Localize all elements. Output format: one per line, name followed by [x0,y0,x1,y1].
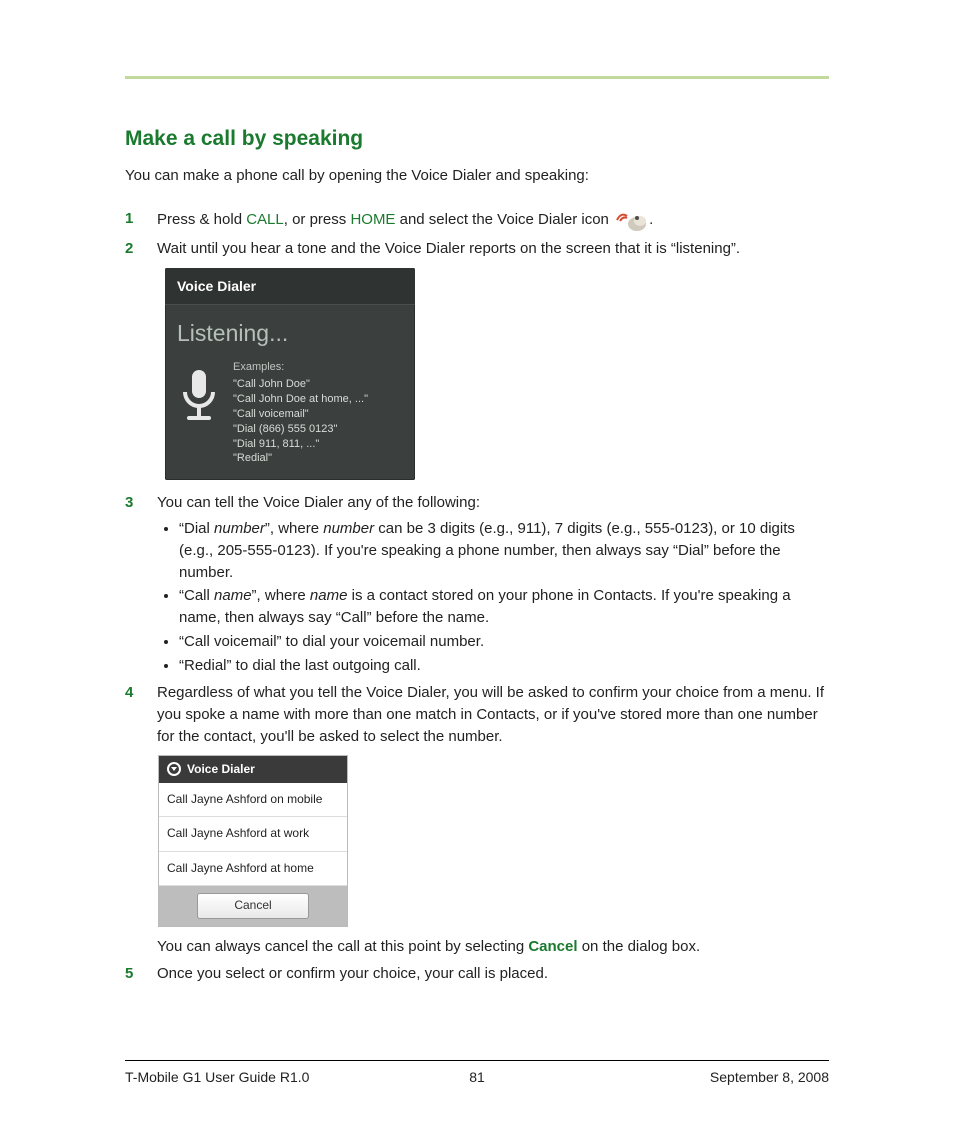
b1b: number [214,520,265,537]
call-key: CALL [246,211,284,228]
vd-example-2: "Call John Doe at home, ..." [233,392,368,407]
step-4: Regardless of what you tell the Voice Di… [125,682,829,957]
footer-left: T-Mobile G1 User Guide R1.0 [125,1069,309,1085]
step-3-bullet-4: “Redial” to dial the last outgoing call. [179,655,829,677]
step-4-p1: Regardless of what you tell the Voice Di… [157,684,824,745]
b2b: name [214,587,252,604]
steps-list: Press & hold CALL, or press HOME and sel… [125,208,829,985]
vd-example-1: "Call John Doe" [233,377,368,392]
confirm-option-1[interactable]: Call Jayne Ashford on mobile [159,783,347,817]
home-key: HOME [350,211,395,228]
b2d: name [310,587,348,604]
vd-examples: Examples: "Call John Doe" "Call John Doe… [233,360,368,466]
intro-text: You can make a phone call by opening the… [125,167,829,184]
step-3: You can tell the Voice Dialer any of the… [125,492,829,676]
step-3-lead: You can tell the Voice Dialer any of the… [157,494,480,511]
step-3-bullet-3: “Call voicemail” to dial your voicemail … [179,631,829,653]
vd-examples-header: Examples: [233,360,368,375]
voice-dialer-listening-card: Voice Dialer Listening... Examples: "Cal… [165,268,415,481]
step-3-bullet-1: “Dial number”, where number can be 3 dig… [179,518,829,583]
vd-title: Voice Dialer [165,268,415,305]
confirm-dialog-footer: Cancel [159,886,347,925]
step-1-text-c: and select the Voice Dialer icon [395,211,613,228]
vd-example-4: "Dial (866) 555 0123" [233,422,368,437]
cancel-key: Cancel [528,938,577,955]
confirm-dialog: Voice Dialer Call Jayne Ashford on mobil… [159,756,347,926]
top-rule [125,76,829,79]
vd-example-6: "Redial" [233,451,368,466]
microphone-icon [175,360,223,435]
step-2: Wait until you hear a tone and the Voice… [125,238,829,480]
vd-listening-text: Listening... [165,305,415,356]
step-3-bullet-2: “Call name”, where name is a contact sto… [179,585,829,629]
confirm-dialog-header: Voice Dialer [159,756,347,783]
page-footer: T-Mobile G1 User Guide R1.0 81 September… [125,1060,829,1085]
step-4-p2b: on the dialog box. [578,938,701,955]
step-1-text-b: , or press [284,211,351,228]
step-1-text-a: Press & hold [157,211,246,228]
step-3-bullets: “Dial number”, where number can be 3 dig… [157,518,829,676]
confirm-option-3[interactable]: Call Jayne Ashford at home [159,852,347,886]
voice-dialer-icon [613,208,649,232]
step-5: Once you select or confirm your choice, … [125,963,829,985]
confirm-dialog-title: Voice Dialer [187,761,255,778]
b1c: ”, where [265,520,323,537]
section-heading: Make a call by speaking [125,127,829,151]
cancel-button[interactable]: Cancel [197,893,309,918]
vd-example-3: "Call voicemail" [233,407,368,422]
b2a: “Call [179,587,214,604]
b1a: “Dial [179,520,214,537]
vd-example-5: "Dial 911, 811, ..." [233,437,368,452]
step-2-text: Wait until you hear a tone and the Voice… [157,240,740,257]
b1d: number [323,520,374,537]
step-1: Press & hold CALL, or press HOME and sel… [125,208,829,232]
confirm-option-2[interactable]: Call Jayne Ashford at work [159,817,347,851]
dropdown-icon [167,762,181,776]
step-1-text-d: . [649,211,653,228]
b2c: ”, where [252,587,310,604]
footer-date: September 8, 2008 [710,1069,829,1085]
step-4-p2a: You can always cancel the call at this p… [157,938,528,955]
